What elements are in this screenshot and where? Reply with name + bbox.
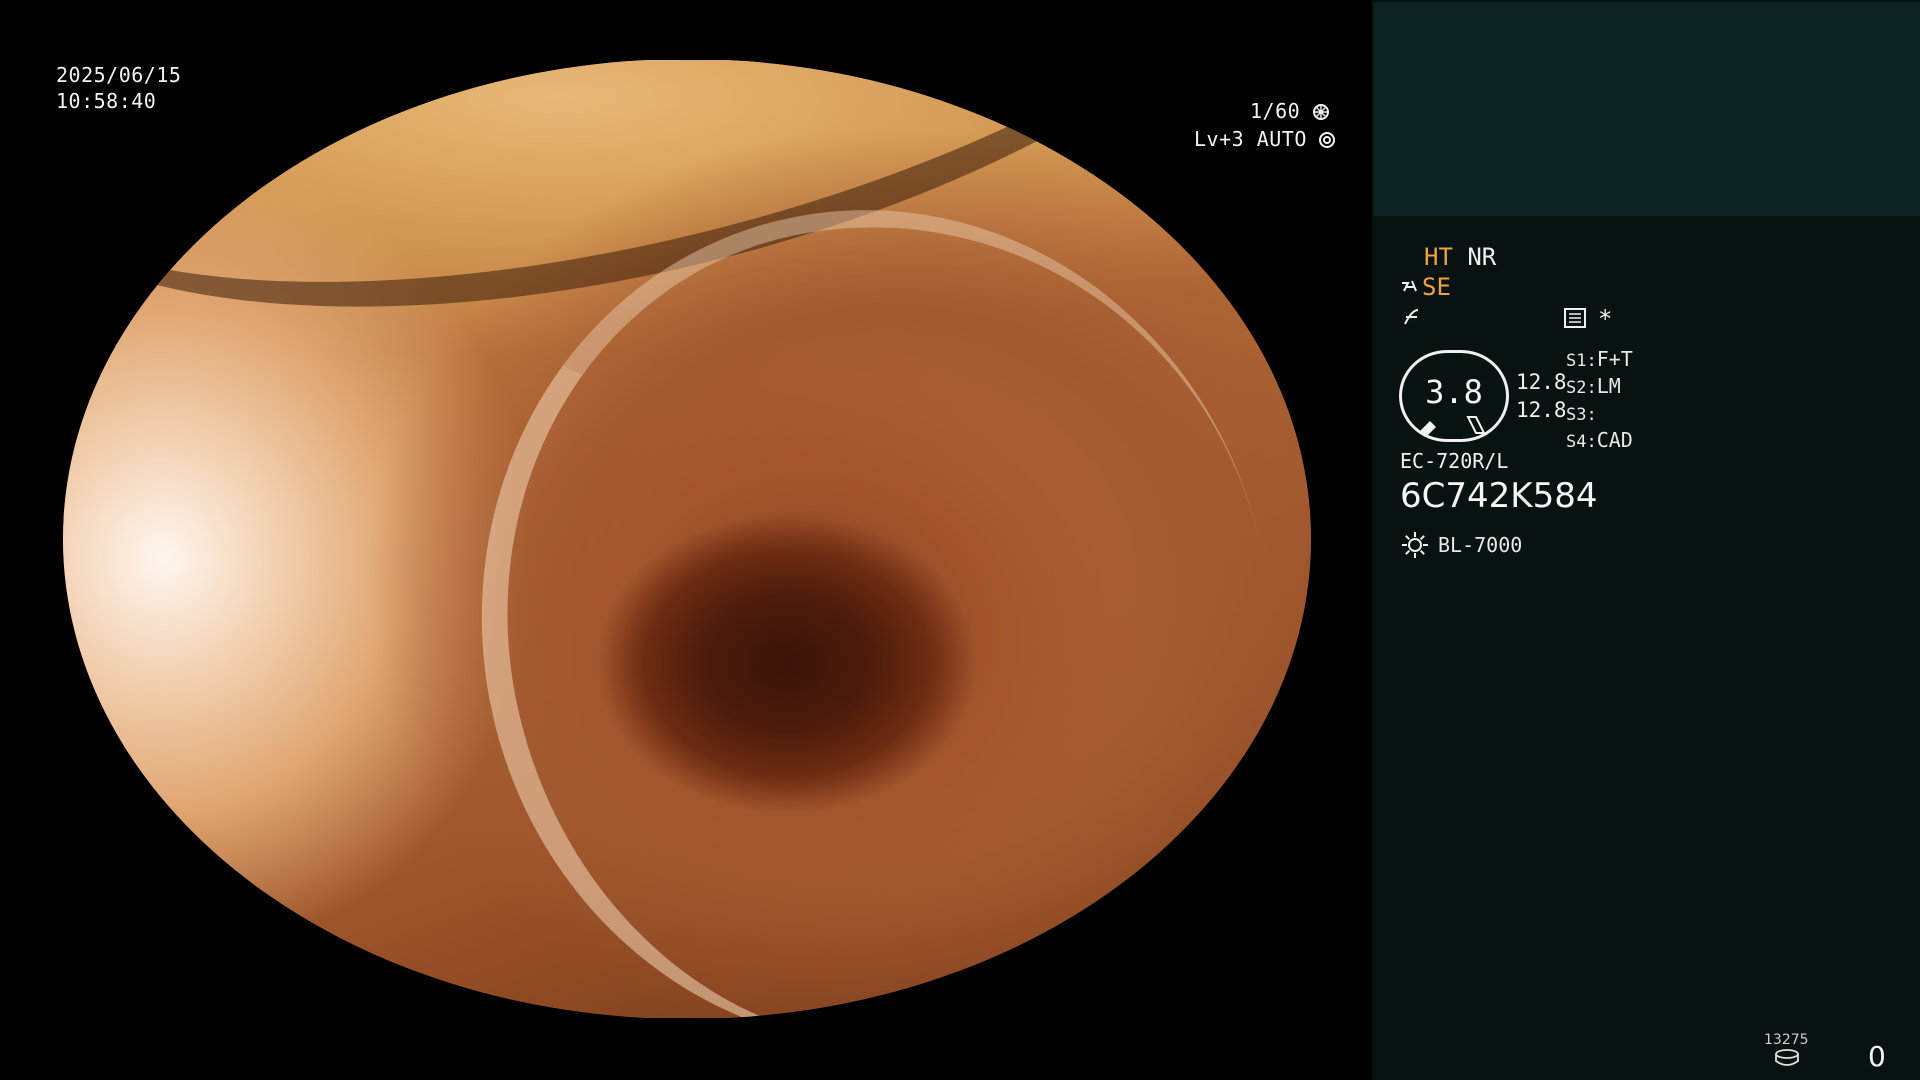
function-icon bbox=[1402, 306, 1422, 332]
se-indicator-row: SE bbox=[1400, 273, 1451, 301]
switch-s1: S1:F+T bbox=[1566, 347, 1633, 371]
capture-count: 0 bbox=[1868, 1040, 1886, 1073]
value-readout-1: 12.8 bbox=[1516, 370, 1567, 394]
light-source-row: BL-7000 bbox=[1400, 530, 1522, 560]
scope-model: EC-720R/L bbox=[1400, 449, 1509, 473]
asterisk-indicator: * bbox=[1598, 305, 1613, 333]
shutter-value: 1/60 bbox=[1250, 99, 1301, 123]
status-panel-header bbox=[1374, 2, 1920, 216]
scope-serial: 6C742K584 bbox=[1400, 476, 1598, 516]
image-bottom-mask bbox=[0, 1018, 1372, 1080]
gauge-right-marker bbox=[1466, 416, 1486, 434]
shutter-label: 1/60 bbox=[1250, 98, 1329, 124]
aperture-icon bbox=[1312, 104, 1329, 120]
endoscope-view: 2025/06/15 10:58:40 1/60 Lv+3 AUTO bbox=[0, 0, 1372, 1080]
mode-value: AUTO bbox=[1256, 127, 1307, 151]
menu-icon bbox=[1564, 308, 1586, 332]
time-label: 10:58:40 bbox=[56, 89, 157, 113]
light-icon bbox=[1400, 530, 1430, 560]
exposure-label: Lv+3 AUTO bbox=[1194, 126, 1336, 152]
iris-icon bbox=[1319, 132, 1336, 148]
nr-indicator: NR bbox=[1467, 243, 1497, 271]
enhance-icon bbox=[1400, 275, 1422, 295]
gauge-left-marker bbox=[1420, 421, 1436, 437]
light-source-label: BL-7000 bbox=[1438, 533, 1523, 557]
date-label: 2025/06/15 bbox=[56, 63, 182, 87]
endoscope-image bbox=[63, 59, 1311, 1019]
se-label: SE bbox=[1422, 273, 1451, 301]
switch-s2: S2:LM bbox=[1566, 374, 1621, 398]
storage-icon bbox=[1774, 1049, 1800, 1071]
zoom-gauge: 3.8 bbox=[1399, 350, 1509, 442]
value-readout-2: 12.8 bbox=[1516, 398, 1567, 422]
ht-indicator: HT bbox=[1424, 243, 1453, 271]
mode-indicators: HT NR bbox=[1424, 243, 1496, 271]
storage-counter: 13275 bbox=[1764, 1032, 1809, 1048]
switch-assignments: S1:F+T S2:LM S3: S4:CAD bbox=[1566, 347, 1633, 455]
image-top-mask bbox=[0, 0, 1372, 60]
gauge-value: 3.8 bbox=[1425, 373, 1483, 411]
switch-s4: S4:CAD bbox=[1566, 428, 1633, 452]
level-value: Lv+3 bbox=[1194, 127, 1245, 151]
switch-s3: S3: bbox=[1566, 405, 1597, 425]
